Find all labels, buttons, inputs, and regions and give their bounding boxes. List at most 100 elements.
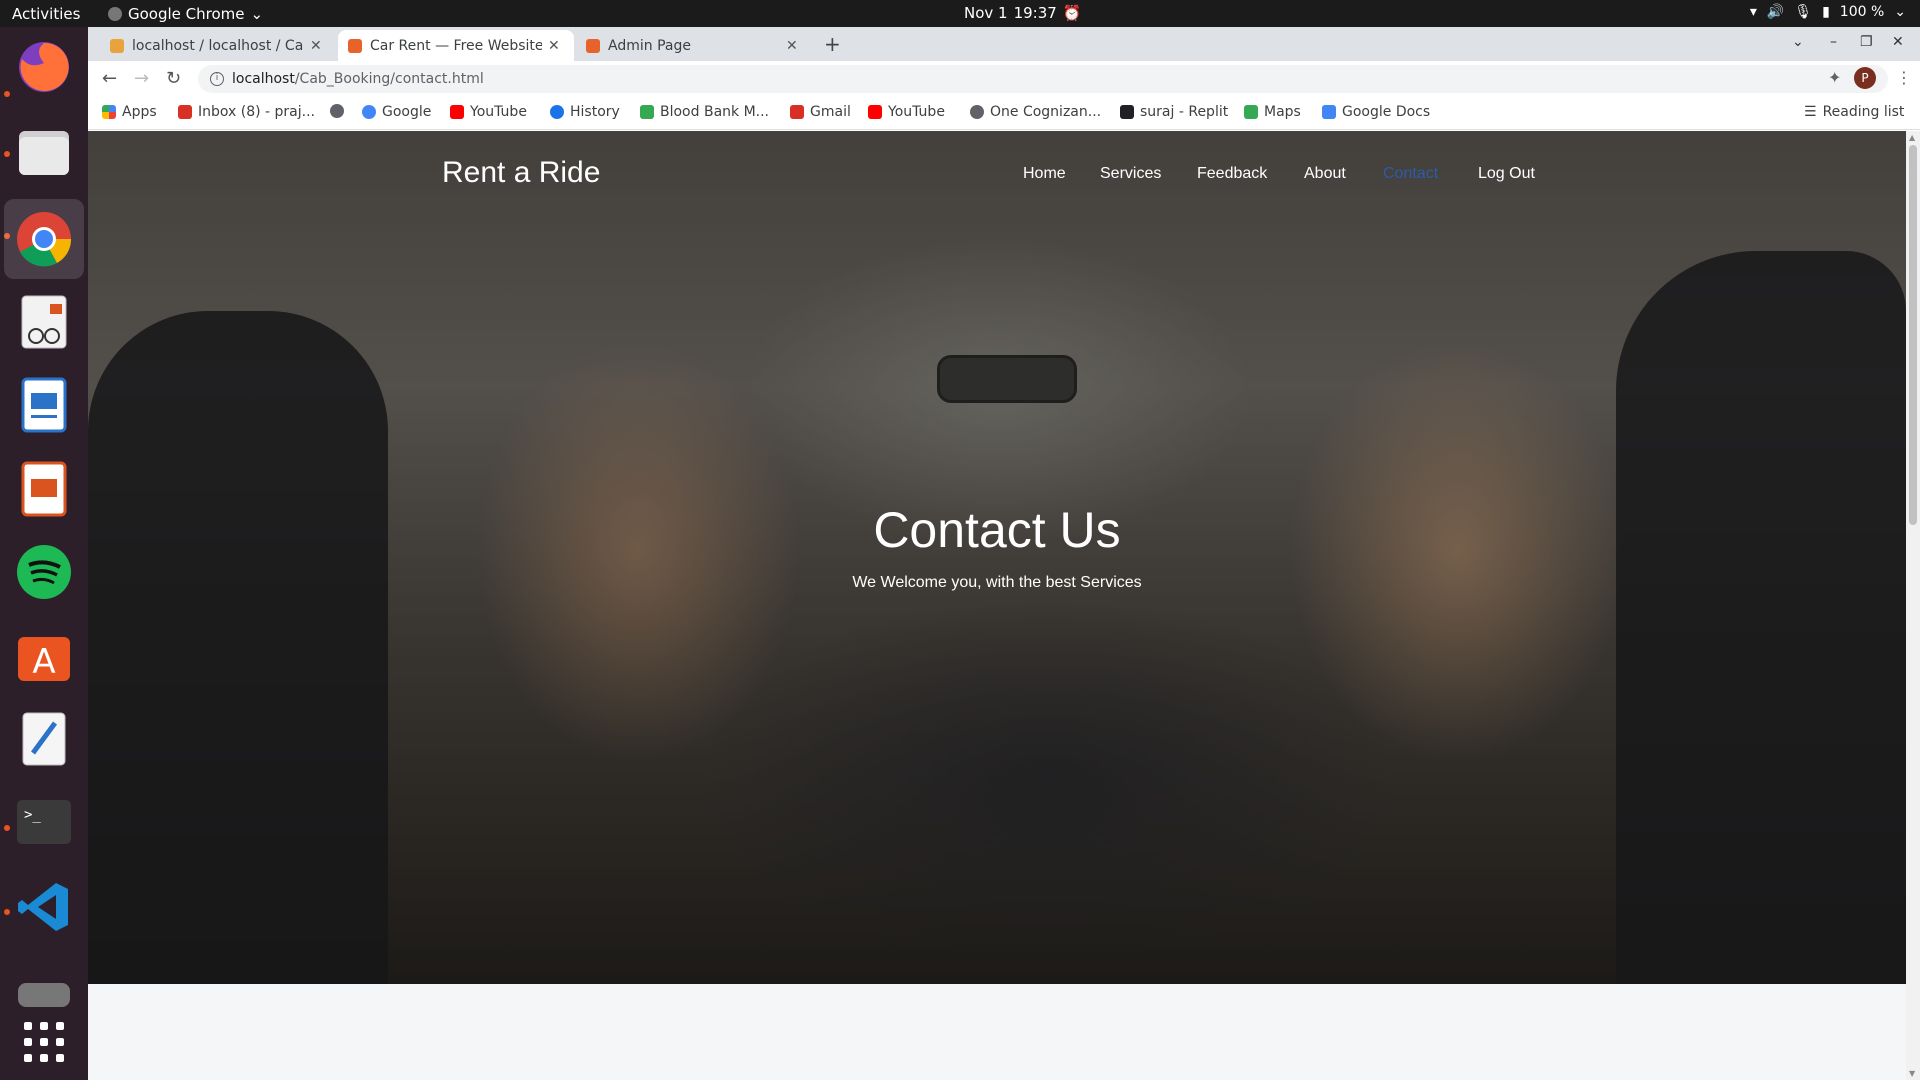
- close-icon[interactable]: ✕: [310, 38, 322, 54]
- date-text: Nov 1: [964, 4, 1008, 22]
- bookmark-bloodbank[interactable]: Blood Bank M...: [640, 104, 769, 120]
- dock: A >_: [0, 27, 88, 1080]
- system-tray[interactable]: ▾ 🔊 🎙 ▮ 100 % ⌄: [1750, 4, 1906, 20]
- nav-logout[interactable]: Log Out: [1478, 165, 1535, 183]
- nav-about[interactable]: About: [1304, 165, 1346, 183]
- battery-text: 100 %: [1839, 4, 1885, 20]
- apps-grid-icon: [102, 105, 116, 119]
- site-brand[interactable]: Rent a Ride: [442, 156, 600, 190]
- history-icon: [550, 105, 564, 119]
- activities-button[interactable]: Activities: [12, 5, 80, 23]
- battery-icon: ▮: [1822, 4, 1830, 20]
- site-info-icon[interactable]: i: [210, 72, 224, 86]
- tab-title: Car Rent — Free Website: [370, 37, 542, 54]
- tab-admin-page[interactable]: Admin Page ✕: [576, 30, 812, 61]
- phpmyadmin-icon: [110, 38, 124, 53]
- scrollbar-thumb[interactable]: [1909, 145, 1917, 525]
- close-icon[interactable]: ✕: [786, 38, 798, 54]
- reading-list-button[interactable]: ☰ Reading list: [1804, 104, 1904, 120]
- page-viewport: Rent a Ride Home Services Feedback About…: [88, 131, 1920, 1080]
- replit-icon: [1120, 105, 1134, 119]
- bookmark-inbox[interactable]: Inbox (8) - praj...: [178, 104, 315, 120]
- bookmark-label: YouTube: [888, 104, 945, 120]
- impress-icon[interactable]: [14, 459, 74, 519]
- writer-icon[interactable]: [14, 375, 74, 435]
- tab-title: localhost / localhost / Cab: [132, 37, 304, 54]
- scroll-up-icon[interactable]: ▲: [1909, 133, 1915, 142]
- forward-arrow-icon[interactable]: →: [134, 68, 149, 89]
- chrome-small-icon: [108, 7, 122, 21]
- bloodbank-icon: [640, 105, 654, 119]
- running-indicator: [4, 151, 10, 157]
- page-subtitle: We Welcome you, with the best Services: [852, 574, 1142, 591]
- tab-title: Admin Page: [608, 37, 691, 54]
- chevron-down-icon: ⌄: [1894, 4, 1906, 20]
- bookmark-google-docs[interactable]: Google Docs: [1322, 104, 1430, 120]
- nav-contact[interactable]: Contact: [1383, 165, 1438, 183]
- clock[interactable]: Nov 1 19:37 ⏰: [964, 4, 1082, 22]
- bookmark-label: Inbox (8) - praj...: [198, 104, 316, 120]
- bookmark-gmail[interactable]: Gmail: [790, 104, 851, 120]
- back-arrow-icon[interactable]: ←: [102, 68, 117, 89]
- restore-button[interactable]: ❐: [1860, 34, 1873, 50]
- files-icon[interactable]: [14, 122, 74, 182]
- extensions-icon[interactable]: ✦: [1828, 68, 1841, 87]
- bookmark-label: Google Docs: [1342, 104, 1431, 120]
- bookmark-youtube-2[interactable]: YouTube: [868, 104, 945, 120]
- bookmark-replit[interactable]: suraj - Replit: [1120, 104, 1228, 120]
- vscode-icon[interactable]: [14, 877, 74, 937]
- app-menu-label: Google Chrome: [128, 5, 245, 23]
- avatar: P: [1854, 67, 1876, 89]
- reading-list-icon: ☰: [1804, 104, 1817, 120]
- page-title: Contact Us: [873, 502, 1121, 558]
- terminal-icon[interactable]: >_: [14, 792, 74, 852]
- close-window-button[interactable]: ✕: [1892, 34, 1904, 50]
- show-applications-icon[interactable]: [14, 1012, 74, 1072]
- system-top-bar: Activities Google Chrome ⌄ Nov 1 19:37 ⏰…: [0, 0, 1920, 27]
- reload-icon[interactable]: ↻: [166, 68, 181, 89]
- bookmarks-bar: Apps Inbox (8) - praj... Google YouTube …: [88, 97, 1920, 130]
- profile-avatar[interactable]: P: [1854, 67, 1876, 89]
- bookmark-label: History: [570, 104, 620, 120]
- menu-kebab-icon[interactable]: ⋮: [1896, 68, 1912, 87]
- scroll-down-icon[interactable]: ▼: [1909, 1069, 1915, 1078]
- page-scrollbar[interactable]: ▲ ▼: [1906, 131, 1920, 1080]
- nav-feedback[interactable]: Feedback: [1197, 165, 1267, 183]
- document-viewer-icon[interactable]: [14, 292, 74, 352]
- bookmark-apps[interactable]: Apps: [102, 104, 157, 120]
- docs-icon: [1322, 105, 1336, 119]
- firefox-icon[interactable]: [14, 37, 74, 97]
- bookmark-maps[interactable]: Maps: [1244, 104, 1301, 120]
- running-indicator: [4, 909, 10, 915]
- globe-icon: [330, 104, 344, 118]
- bookmark-youtube[interactable]: YouTube: [450, 104, 527, 120]
- spotify-icon[interactable]: [14, 542, 74, 602]
- bookmark-label: suraj - Replit: [1140, 104, 1229, 120]
- app-center-icon[interactable]: A: [14, 625, 74, 685]
- close-icon[interactable]: ✕: [548, 38, 560, 54]
- nav-home[interactable]: Home: [1023, 165, 1066, 183]
- bookmark-globe[interactable]: [330, 104, 344, 118]
- wifi-icon: ▾: [1749, 4, 1757, 20]
- tab-phpmyadmin[interactable]: localhost / localhost / Cab ✕: [100, 30, 336, 61]
- reading-list-label: Reading list: [1822, 104, 1905, 120]
- text-editor-icon[interactable]: [14, 709, 74, 769]
- site-favicon-icon: [586, 38, 600, 53]
- app-menu[interactable]: Google Chrome ⌄: [108, 5, 263, 23]
- nav-services[interactable]: Services: [1100, 165, 1161, 183]
- chrome-icon[interactable]: [4, 199, 84, 279]
- youtube-icon: [450, 105, 464, 119]
- volume-icon: 🔊: [1766, 4, 1785, 20]
- minimize-button[interactable]: –: [1830, 34, 1837, 50]
- url-path: /Cab_Booking/contact.html: [294, 71, 484, 87]
- bookmark-google[interactable]: Google: [362, 104, 431, 120]
- bookmark-cognizant[interactable]: One Cognizan...: [970, 104, 1101, 120]
- running-indicator: [4, 91, 10, 97]
- gmail-icon: [790, 105, 804, 119]
- new-tab-button[interactable]: +: [824, 32, 841, 56]
- tab-search-icon[interactable]: ⌄: [1792, 34, 1804, 50]
- hero-banner: Rent a Ride Home Services Feedback About…: [88, 131, 1906, 984]
- bookmark-history[interactable]: History: [550, 104, 620, 120]
- tab-car-rent[interactable]: Car Rent — Free Website ✕: [338, 30, 574, 61]
- address-bar[interactable]: i localhost/Cab_Booking/contact.html ☆: [198, 65, 1888, 93]
